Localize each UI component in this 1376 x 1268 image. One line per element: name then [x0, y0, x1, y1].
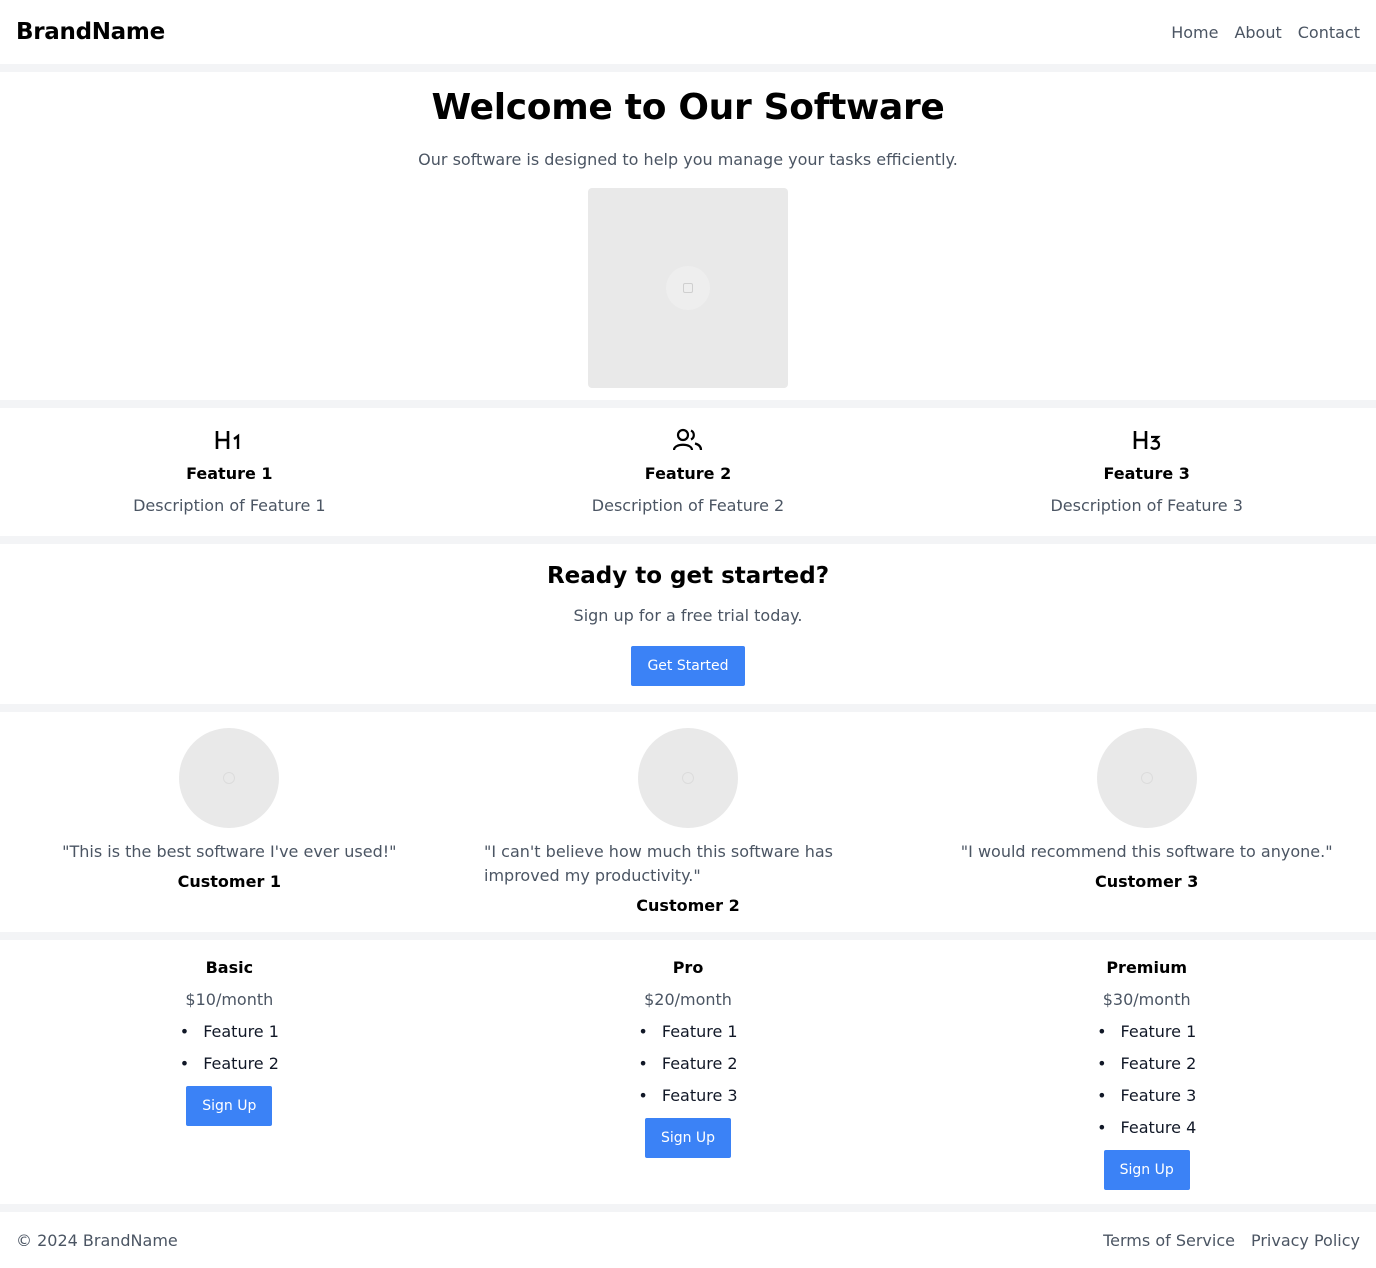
pricing-plan-pro: Pro $20/month • Feature 1 • Feature 2 • Fea…	[459, 940, 918, 1204]
testimonial-quote: "I can't believe how much this software …	[484, 842, 834, 885]
copyright-text: © 2024 BrandName	[16, 1230, 178, 1250]
pricing-plan-basic: Basic $10/month • Feature 1 • Feature 2 Si…	[0, 940, 459, 1204]
avatar	[638, 728, 738, 828]
plan-feature: • Feature 2	[179, 1054, 279, 1073]
users-icon	[459, 426, 918, 454]
feature-title: Feature 2	[644, 464, 732, 483]
feature-title: Feature 1	[186, 464, 273, 483]
brand-logo[interactable]: BrandName	[16, 19, 165, 45]
pricing-plan-premium: Premium $30/month • Feature 1 • Feature 2 …	[917, 940, 1376, 1204]
feature-title: Feature 3	[1103, 464, 1190, 483]
customer-name: Customer 2	[636, 896, 740, 915]
customer-name: Customer 3	[1094, 872, 1199, 891]
plan-feature-list: • Feature 1 • Feature 2 • Feature 3 • Featur…	[917, 1022, 1376, 1150]
sign-up-button-basic[interactable]: Sign Up	[186, 1086, 273, 1126]
testimonial-quote: "This is the best software I've ever use…	[62, 842, 397, 861]
plan-feature: • Feature 3	[638, 1086, 738, 1105]
plan-feature: • Feature 3	[1097, 1086, 1197, 1105]
plan-feature: • Feature 1	[1097, 1022, 1197, 1041]
plan-feature: • Feature 1	[179, 1022, 279, 1041]
features-section: Feature 1 Description of Feature 1 Featu…	[0, 408, 1376, 536]
feature-description: Description of Feature 2	[591, 496, 785, 515]
feature-card: Feature 1 Description of Feature 1	[0, 408, 459, 536]
cta-title: Ready to get started?	[546, 563, 830, 589]
plan-feature: • Feature 4	[1097, 1118, 1197, 1137]
avatar	[1096, 728, 1197, 828]
heading-1-icon	[0, 426, 459, 454]
cta-text: Sign up for a free trial today.	[573, 606, 803, 625]
plan-price: $30/month	[1102, 990, 1191, 1009]
heading-3-icon	[917, 426, 1376, 454]
main-nav: Home About Contact	[1171, 23, 1360, 42]
customer-name: Customer 1	[177, 872, 282, 891]
feature-description: Description of Feature 1	[133, 496, 326, 515]
nav-link-home[interactable]: Home	[1171, 23, 1218, 42]
pricing-section: Basic $10/month • Feature 1 • Feature 2 Si…	[0, 940, 1376, 1204]
testimonial-card: "I would recommend this software to anyo…	[917, 712, 1376, 932]
plan-feature: • Feature 2	[1097, 1054, 1197, 1073]
testimonials-section: "This is the best software I've ever use…	[0, 712, 1376, 932]
plan-price: $20/month	[644, 990, 732, 1009]
plan-feature: • Feature 1	[638, 1022, 738, 1041]
get-started-button[interactable]: Get Started	[631, 646, 745, 686]
site-footer: © 2024 BrandName Terms of Service Privac…	[0, 1212, 1376, 1268]
hero-image	[588, 188, 788, 388]
avatar	[179, 728, 280, 828]
image-placeholder-icon	[666, 266, 710, 310]
testimonial-card: "I can't believe how much this software …	[459, 712, 918, 932]
plan-feature-list: • Feature 1 • Feature 2 • Feature 3	[459, 1022, 918, 1118]
nav-link-about[interactable]: About	[1234, 23, 1281, 42]
sign-up-button-premium[interactable]: Sign Up	[1103, 1150, 1190, 1190]
privacy-policy-link[interactable]: Privacy Policy	[1251, 1231, 1360, 1250]
plan-name: Premium	[1106, 958, 1188, 977]
plan-feature-list: • Feature 1 • Feature 2	[0, 1022, 459, 1086]
feature-description: Description of Feature 3	[1050, 496, 1243, 515]
sign-up-button-pro[interactable]: Sign Up	[644, 1118, 732, 1158]
plan-price: $10/month	[185, 990, 274, 1009]
testimonial-card: "This is the best software I've ever use…	[0, 712, 459, 932]
footer-links: Terms of Service Privacy Policy	[1103, 1231, 1360, 1250]
cta-section: Ready to get started? Sign up for a free…	[0, 544, 1376, 704]
hero-title: Welcome to Our Software	[431, 87, 945, 128]
hero-section: Welcome to Our Software Our software is …	[0, 72, 1376, 400]
feature-card: Feature 2 Description of Feature 2	[459, 408, 918, 536]
hero-subtitle: Our software is designed to help you man…	[418, 150, 958, 169]
feature-card: Feature 3 Description of Feature 3	[917, 408, 1376, 536]
nav-link-contact[interactable]: Contact	[1298, 23, 1360, 42]
plan-name: Basic	[205, 958, 254, 977]
testimonial-quote: "I would recommend this software to anyo…	[960, 842, 1333, 861]
plan-name: Pro	[672, 958, 704, 977]
site-header: BrandName Home About Contact	[0, 0, 1376, 64]
plan-feature: • Feature 2	[638, 1054, 738, 1073]
terms-of-service-link[interactable]: Terms of Service	[1103, 1231, 1235, 1250]
